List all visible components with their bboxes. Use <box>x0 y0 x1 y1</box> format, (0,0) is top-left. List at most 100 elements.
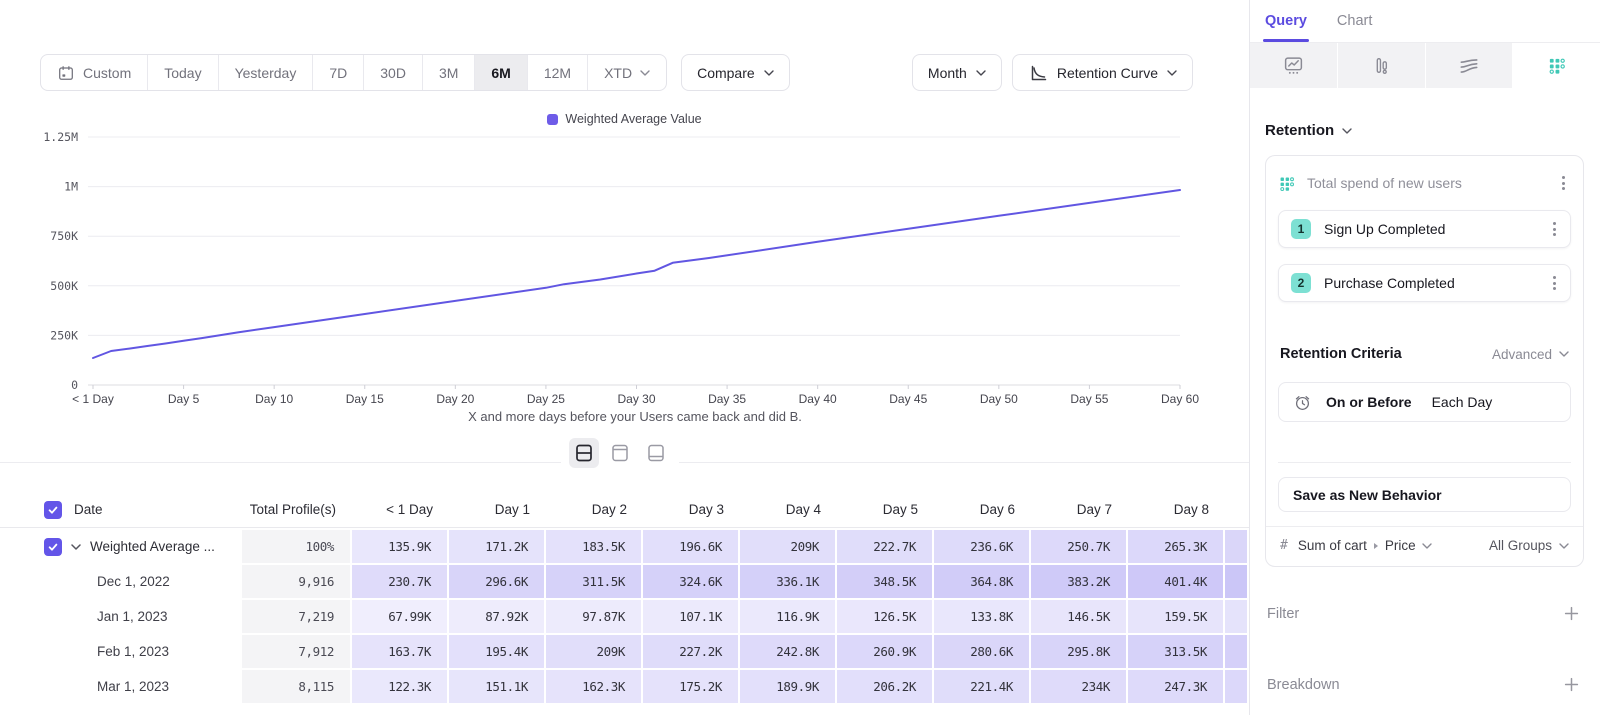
range-button-yesterday[interactable]: Yesterday <box>218 55 313 90</box>
svg-text:Day 55: Day 55 <box>1070 392 1108 406</box>
retention-value-cell[interactable]: 195.4K <box>449 635 546 670</box>
chevron-down-icon <box>1559 543 1569 549</box>
retention-value-cell[interactable]: 116.9K <box>740 600 837 635</box>
measure-property-dropdown[interactable]: Sum of cart Price <box>1298 538 1432 553</box>
retention-value-cell[interactable]: 209K <box>546 635 643 670</box>
retention-value-cell[interactable]: 242.8K <box>740 635 837 670</box>
card-divider <box>1278 462 1571 463</box>
range-button-3m[interactable]: 3M <box>422 55 474 90</box>
retention-value-cell[interactable]: 151.1K <box>449 670 546 705</box>
view-tab-flows[interactable] <box>1426 43 1514 88</box>
total-profiles-cell: 9,916 <box>242 565 352 600</box>
retention-value-cell[interactable]: 196.6K <box>643 530 740 565</box>
top-panel-view-icon[interactable] <box>605 438 635 468</box>
retention-value-cell[interactable]: 206.2K <box>837 670 934 705</box>
retention-value-cell[interactable]: 311.5K <box>546 565 643 600</box>
retention-value-cell[interactable]: 189.9K <box>740 670 837 705</box>
retention-value-cell[interactable]: 122.3K <box>352 670 449 705</box>
add-breakdown-button[interactable] <box>1561 674 1582 695</box>
x-axis-caption: X and more days before your Users came b… <box>0 409 1270 424</box>
range-button-12m[interactable]: 12M <box>527 55 587 90</box>
retention-value-cell[interactable]: 250.7K <box>1031 530 1128 565</box>
retention-value-cell[interactable]: 221.4K <box>934 670 1031 705</box>
retention-value-cell[interactable]: 260.9K <box>837 635 934 670</box>
kebab-menu-icon[interactable] <box>1556 172 1571 194</box>
retention-value-cell[interactable]: 247.3K <box>1128 670 1225 705</box>
retention-value-cell[interactable]: 280.6K <box>934 635 1031 670</box>
step-number-badge: 1 <box>1291 219 1311 239</box>
measure-event-label: Sum of cart <box>1298 538 1367 553</box>
split-view-icon[interactable] <box>569 438 599 468</box>
svg-text:750K: 750K <box>50 229 78 243</box>
range-button-30d[interactable]: 30D <box>363 55 422 90</box>
retention-value-cell[interactable]: 348.5K <box>837 565 934 600</box>
retention-value-cell[interactable]: 163.7K <box>352 635 449 670</box>
retention-value-cell[interactable]: 67.99K <box>352 600 449 635</box>
retention-value-cell[interactable]: 133.8K <box>934 600 1031 635</box>
retention-value-cell[interactable]: 296.6K <box>449 565 546 600</box>
range-button-6m[interactable]: 6M <box>474 55 526 90</box>
retention-value-cell[interactable]: 324.6K <box>643 565 740 600</box>
retention-curve-icon <box>1028 63 1048 83</box>
retention-value-cell[interactable]: 222.7K <box>837 530 934 565</box>
kebab-menu-icon[interactable] <box>1547 272 1562 294</box>
retention-value-cell[interactable]: 87.92K <box>449 600 546 635</box>
criteria-mode-dropdown[interactable]: Advanced <box>1492 347 1569 362</box>
retention-value-cell[interactable]: 227.2K <box>643 635 740 670</box>
retention-value-cell[interactable]: 162.3K <box>546 670 643 705</box>
view-tab-bar-chart[interactable] <box>1338 43 1426 88</box>
bottom-panel-view-icon[interactable] <box>641 438 671 468</box>
view-tab-retention-grid[interactable] <box>1513 43 1600 88</box>
chevron-down-icon[interactable] <box>71 544 81 550</box>
retention-value-cell[interactable]: 295.8K <box>1031 635 1128 670</box>
retention-value-cell[interactable]: 401.4K <box>1128 565 1225 600</box>
retention-value-cell[interactable]: 383.2K <box>1031 565 1128 600</box>
report-type-dropdown[interactable]: Retention <box>1265 122 1584 139</box>
event-step-2[interactable]: 2Purchase Completed <box>1278 264 1571 302</box>
tab-chart[interactable]: Chart <box>1337 0 1372 42</box>
retention-value-cell[interactable]: 230.7K <box>352 565 449 600</box>
compare-button[interactable]: Compare <box>681 54 790 91</box>
add-filter-button[interactable] <box>1561 603 1582 624</box>
range-button-xtd[interactable]: XTD <box>587 55 666 90</box>
section-breakdown: Breakdown <box>1265 674 1584 695</box>
event-step-1[interactable]: 1Sign Up Completed <box>1278 210 1571 248</box>
checkbox-checked[interactable] <box>44 538 62 556</box>
date-range-control[interactable]: CustomTodayYesterday7D30D3M6M12MXTD <box>40 54 667 91</box>
granularity-button[interactable]: Month <box>912 54 1002 91</box>
row-weighted-average[interactable]: Weighted Average ... <box>0 530 242 565</box>
save-as-new-behavior-button[interactable]: Save as New Behavior <box>1278 477 1571 512</box>
range-button-today[interactable]: Today <box>147 55 217 90</box>
chevron-down-icon <box>764 70 774 76</box>
range-button-custom[interactable]: Custom <box>41 55 147 90</box>
visualization-tabs <box>1250 43 1600 88</box>
retention-value-cell[interactable]: 171.2K <box>449 530 546 565</box>
groups-dropdown[interactable]: All Groups <box>1489 538 1569 553</box>
section-filter: Filter <box>1265 603 1584 624</box>
retention-value-cell[interactable]: 175.2K <box>643 670 740 705</box>
range-button-7d[interactable]: 7D <box>312 55 363 90</box>
kebab-menu-icon[interactable] <box>1547 218 1562 240</box>
retention-value-cell[interactable]: 313.5K <box>1128 635 1225 670</box>
column-header: < 1 Day <box>352 492 449 528</box>
view-tab-line-chart[interactable] <box>1250 43 1338 88</box>
event-list: 1Sign Up Completed 2Purchase Completed <box>1278 210 1571 302</box>
retention-value-cell[interactable]: 146.5K <box>1031 600 1128 635</box>
retention-value-cell[interactable]: 234K <box>1031 670 1128 705</box>
retention-value-cell[interactable]: 265.3K <box>1128 530 1225 565</box>
retention-value-cell[interactable]: 97.87K <box>546 600 643 635</box>
retention-value-cell[interactable]: 159.5K <box>1128 600 1225 635</box>
chart-type-button[interactable]: Retention Curve <box>1012 54 1193 91</box>
criteria-condition-row[interactable]: On or Before Each Day <box>1278 382 1571 422</box>
retention-value-cell[interactable]: 135.9K <box>352 530 449 565</box>
tab-query[interactable]: Query <box>1265 0 1307 42</box>
retention-value-cell[interactable]: 183.5K <box>546 530 643 565</box>
retention-value-cell[interactable]: 107.1K <box>643 600 740 635</box>
retention-value-cell[interactable]: 236.6K <box>934 530 1031 565</box>
checkbox-checked[interactable] <box>44 501 62 519</box>
column-header: Day 2 <box>546 492 643 528</box>
retention-value-cell[interactable]: 364.8K <box>934 565 1031 600</box>
retention-value-cell[interactable]: 209K <box>740 530 837 565</box>
retention-value-cell[interactable]: 126.5K <box>837 600 934 635</box>
retention-value-cell[interactable]: 336.1K <box>740 565 837 600</box>
